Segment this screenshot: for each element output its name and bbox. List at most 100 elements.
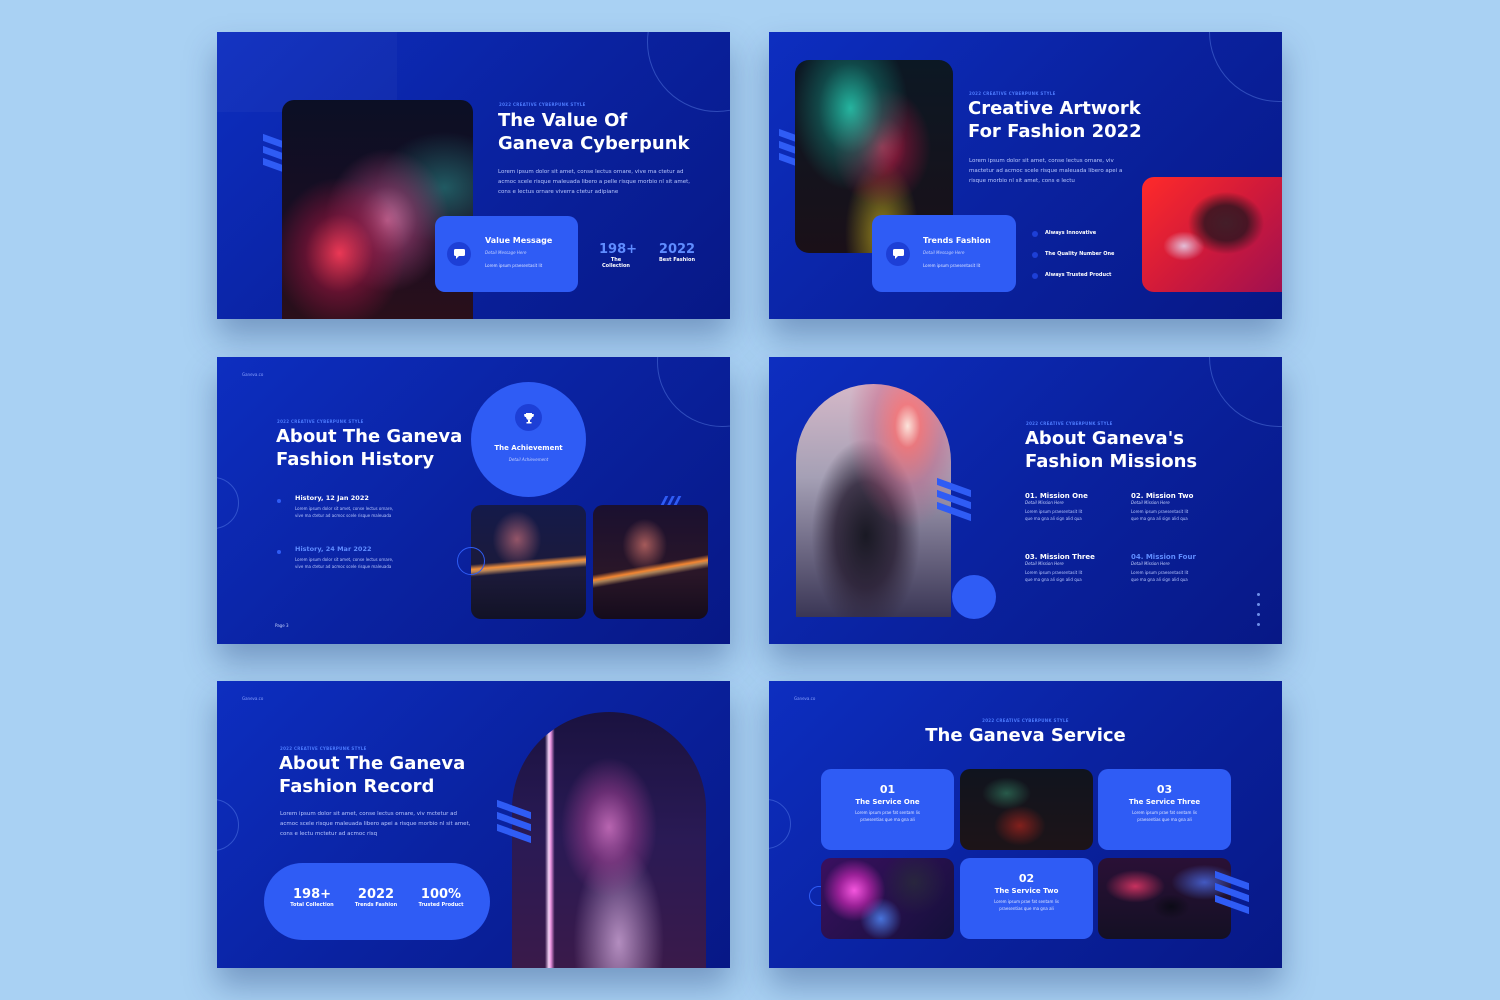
service-title: The Service Three: [1128, 798, 1201, 806]
card-text: Lorem ipsum praesentasit lit: [485, 263, 543, 268]
service-title: The Service One: [855, 798, 920, 806]
card-title: Value Message: [485, 236, 553, 245]
stat-item: 198+ The Collection: [599, 242, 637, 269]
title-line-2: Fashion Missions: [1025, 451, 1198, 472]
decorative-ring: [457, 547, 485, 575]
slide-title: About The Ganeva Fashion Record: [279, 752, 465, 798]
card-subtitle: Detail Message Here: [485, 250, 527, 255]
mission-title: 03. Mission Three: [1025, 553, 1095, 561]
decorative-arc: [769, 799, 791, 849]
service-card[interactable]: 02 The Service Two Lorem ipsum prae fat …: [960, 858, 1093, 939]
body-text: Lorem ipsum dolor sit amet, conse lectus…: [280, 811, 471, 837]
photo-couple-flare: [796, 384, 951, 617]
timeline-bullet: [277, 499, 281, 503]
photo-man-neon-tube-2: [593, 505, 708, 619]
achievement-subtitle: Detail Achievement: [508, 457, 549, 462]
service-card[interactable]: 01 The Service One Lorem ipsum prae fat …: [821, 769, 954, 850]
stat-number: 198+: [292, 887, 332, 902]
slide-title: The Ganeva Service: [925, 725, 1126, 746]
mission-subtitle: Detail Mission Here: [1131, 500, 1170, 505]
stat-label: Trends Fashion: [354, 902, 398, 908]
mission-text: que ma gna ali sign alid qua: [1025, 577, 1082, 582]
stat-label: Best Fashion: [658, 257, 696, 263]
stat-item: 2022 Trends Fashion: [351, 887, 401, 908]
service-card[interactable]: 03 The Service Three Lorem ipsum prae fa…: [1098, 769, 1231, 850]
title-line-2: Fashion Record: [279, 776, 435, 797]
slide-fashion-history[interactable]: Ganeva.co 2022 CREATIVE CYBERPUNK STYLE …: [217, 357, 730, 644]
brand-logo: Ganeva.co: [242, 696, 264, 701]
body-text: Lorem ipsum dolor sit amet, conse lectus…: [969, 158, 1123, 184]
history-text: vive ma ctetur ad acmoc scele risque mal…: [295, 513, 392, 518]
list-item: Always Trusted Product: [1045, 272, 1112, 278]
card-text: Lorem ipsum praesentasit lit: [923, 263, 981, 268]
service-text: Lorem ipsum prae fat sentam lis: [855, 810, 920, 815]
mission-text: que ma gna ali sign alid qua: [1131, 516, 1188, 521]
trophy-icon: [515, 404, 542, 431]
title-line-1: About Ganeva's: [1025, 428, 1184, 449]
brand-logo: Ganeva.co: [242, 372, 264, 377]
photo-man-neon-tube-1: [471, 505, 586, 619]
stat-number: 2022: [658, 242, 696, 257]
mission-text: que ma gna ali sign alid qua: [1131, 577, 1188, 582]
chat-bubble-icon: [886, 242, 910, 266]
service-number: 03: [1156, 783, 1173, 796]
brand-logo: Ganeva.co: [794, 696, 816, 701]
slide-value-of-ganeva[interactable]: 2022 CREATIVE CYBERPUNK STYLE The Value …: [217, 32, 730, 319]
achievement-title: The Achievement: [494, 444, 563, 452]
value-message-card[interactable]: Value Message Detail Message Here Lorem …: [435, 216, 578, 292]
mission-item: 04. Mission Four Detail Mission Here Lor…: [1131, 553, 1231, 583]
history-text: Lorem ipsum dolor sit amet, conse lectus…: [295, 557, 394, 562]
mission-text: Lorem ipsum praesentasit lit: [1131, 509, 1189, 514]
slide-title: About Ganeva's Fashion Missions: [1025, 427, 1197, 473]
title-line-2: For Fashion 2022: [968, 121, 1142, 142]
pager-dot[interactable]: [1257, 603, 1260, 606]
service-text: Lorem ipsum prae fat sentam lis: [1132, 810, 1197, 815]
service-title: The Service Two: [994, 887, 1059, 895]
pager-dot[interactable]: [1257, 593, 1260, 596]
slide-title: About The Ganeva Fashion History: [276, 425, 462, 471]
mission-subtitle: Detail Mission Here: [1025, 500, 1064, 505]
service-number: 01: [879, 783, 896, 796]
list-bullet: [1032, 273, 1038, 279]
decorative-arc: [1209, 32, 1282, 102]
stat-number: 100%: [420, 887, 462, 902]
photo-neon-pink-bokeh: [821, 858, 954, 939]
eyebrow-text: 2022 CREATIVE CYBERPUNK STYLE: [280, 746, 367, 751]
card-title: Trends Fashion: [923, 236, 991, 245]
slide-creative-artwork[interactable]: 2022 CREATIVE CYBERPUNK STYLE Creative A…: [769, 32, 1282, 319]
history-text: vive ma ctetur ad acmoc scele risque mal…: [295, 564, 392, 569]
achievement-badge[interactable]: The Achievement Detail Achievement: [471, 382, 586, 497]
list-item: The Quality Number One: [1045, 251, 1115, 257]
list-bullet: [1032, 231, 1038, 237]
service-text: praesentias que ma gna ali: [860, 817, 915, 822]
stat-item: 2022 Best Fashion: [657, 242, 697, 263]
mission-title: 02. Mission Two: [1131, 492, 1194, 500]
eyebrow-text: 2022 CREATIVE CYBERPUNK STYLE: [499, 102, 586, 107]
pager-dot[interactable]: [1257, 613, 1260, 616]
slide-title: Creative Artwork For Fashion 2022: [968, 97, 1142, 143]
stat-item: 198+ Total Collection: [288, 887, 336, 908]
stat-label: Trusted Product: [418, 902, 464, 908]
mission-text: Lorem ipsum praesentasit lit: [1131, 570, 1189, 575]
slide-ganeva-service[interactable]: Ganeva.co 2022 CREATIVE CYBERPUNK STYLE …: [769, 681, 1282, 968]
decorative-arc: [657, 357, 730, 427]
slide-fashion-missions[interactable]: 2022 CREATIVE CYBERPUNK STYLE About Gane…: [769, 357, 1282, 644]
body-text: Lorem ipsum dolor sit amet, conse lectus…: [498, 169, 691, 195]
photo-night-street: [960, 769, 1093, 850]
title-line-1: The Value Of: [498, 110, 628, 131]
mission-text: Lorem ipsum praesentasit lit: [1025, 509, 1083, 514]
history-item: History, 24 Mar 2022 Lorem ipsum dolor s…: [295, 545, 393, 570]
mission-item: 02. Mission Two Detail Mission Here Lore…: [1131, 492, 1231, 522]
card-subtitle: Detail Message Here: [923, 250, 965, 255]
stat-label: The Collection: [602, 257, 630, 269]
mission-item: 01. Mission One Detail Mission Here Lore…: [1025, 492, 1125, 522]
mission-subtitle: Detail Mission Here: [1131, 561, 1170, 566]
pager-dot[interactable]: [1257, 623, 1260, 626]
trends-fashion-card[interactable]: Trends Fashion Detail Message Here Lorem…: [872, 215, 1016, 292]
title-line-2: Ganeva Cyberpunk: [498, 133, 690, 154]
mission-subtitle: Detail Mission Here: [1025, 561, 1064, 566]
slide-fashion-record[interactable]: Ganeva.co 2022 CREATIVE CYBERPUNK STYLE …: [217, 681, 730, 968]
history-date: History, 12 Jan 2022: [295, 494, 369, 502]
page-number: Page 3: [275, 623, 289, 628]
mission-text: que ma gna ali sign alid qua: [1025, 516, 1082, 521]
